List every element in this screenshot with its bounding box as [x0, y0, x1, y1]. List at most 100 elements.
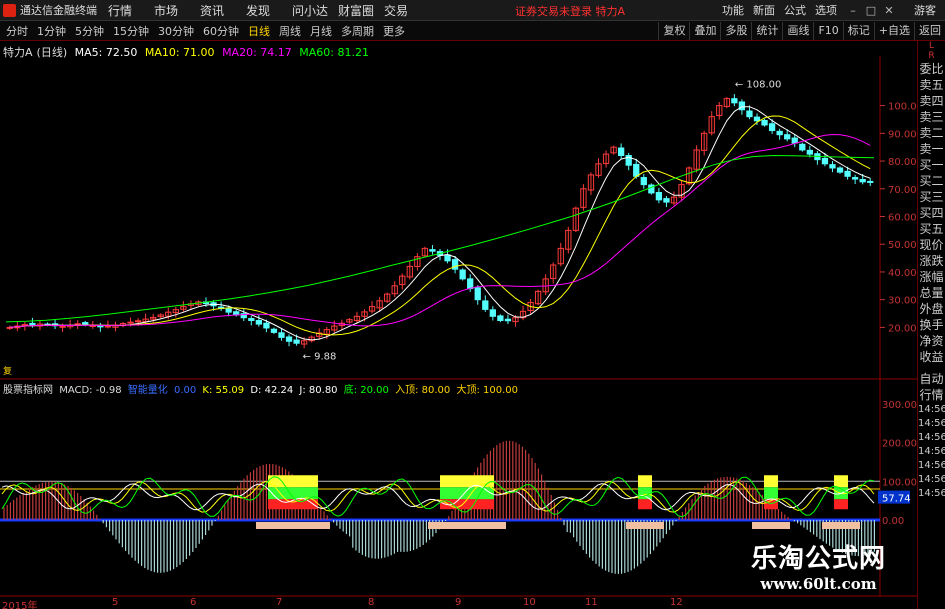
- candle-body: [467, 278, 474, 290]
- tool-button-6[interactable]: 标记: [842, 22, 874, 40]
- auto-quote-label-1[interactable]: 行情: [918, 387, 945, 403]
- period-tab-4[interactable]: 30分钟: [158, 23, 194, 39]
- candle-body: [248, 318, 255, 321]
- j-value: J: 80.80: [299, 385, 338, 396]
- indicator-tick-label: 300.00: [882, 400, 917, 411]
- tool-button-5[interactable]: F10: [813, 22, 842, 40]
- close-icon[interactable]: ✕: [882, 4, 896, 17]
- menu-item-5[interactable]: 财富圈: [338, 2, 384, 19]
- candle-body: [504, 318, 512, 322]
- ma20-line: [9, 133, 871, 328]
- menu-item-6[interactable]: 交易: [384, 2, 430, 19]
- panel-tag-l[interactable]: L: [918, 41, 945, 51]
- candle-body: [451, 259, 459, 270]
- quote-label-0: 委比: [919, 62, 944, 76]
- menu-item-4[interactable]: 问小达: [292, 2, 338, 19]
- tool-button-0[interactable]: 复权: [658, 22, 689, 40]
- indicator-tick-label: 200.00: [882, 439, 917, 450]
- date-label-1: 5: [112, 597, 119, 608]
- price-tick-label: 70.00: [888, 185, 917, 196]
- tick-time-1: 14:56: [918, 418, 945, 429]
- tool-button-7[interactable]: +自选: [873, 22, 914, 40]
- date-axis: 2015年 5 6 7 8 9 10 11 12: [0, 597, 917, 609]
- watermark-url: www.60lt.com: [760, 575, 877, 593]
- quote-label-8: 买三: [919, 190, 944, 204]
- candle-body: [799, 143, 806, 151]
- price-tick-label: 80.00: [888, 157, 917, 168]
- menu-item-1[interactable]: 市场: [154, 2, 200, 19]
- date-label-2: 6: [190, 597, 197, 608]
- indicator-name[interactable]: 股票指标网: [3, 385, 53, 396]
- tool-button-2[interactable]: 多股: [720, 22, 751, 40]
- signal-base-block: [626, 522, 664, 529]
- big-top-value: 大顶: 100.00: [456, 385, 519, 396]
- quote-label-3: 卖三: [919, 110, 944, 124]
- candle-body: [255, 319, 262, 325]
- menu-item-2[interactable]: 资讯: [200, 2, 246, 19]
- quote-label-5: 卖一: [919, 142, 944, 156]
- candle-body: [663, 198, 670, 203]
- tool-button-3[interactable]: 统计: [751, 22, 782, 40]
- candle-body: [104, 325, 112, 328]
- quote-label-14: 总量: [919, 286, 944, 300]
- login-status[interactable]: 证券交易未登录 特力A: [515, 3, 625, 19]
- candle-body: [263, 322, 270, 329]
- menu-item-0[interactable]: 行情: [108, 2, 154, 19]
- candle-body: [791, 137, 798, 144]
- candle-body: [844, 170, 851, 177]
- chart-tools: 复权 叠加 多股 统计 画线 F10 标记 +自选 返回: [658, 22, 945, 40]
- stock-chart-canvas[interactable]: 100.00 90.00 80.00 70.00 60.00 50.00 40.00 30.0…: [0, 56, 917, 597]
- period-tab-8[interactable]: 月线: [310, 23, 332, 39]
- minimize-icon[interactable]: –: [846, 4, 860, 17]
- signal-low-block: [638, 499, 652, 510]
- menu-function[interactable]: 功能: [722, 2, 744, 18]
- tick-time-6: 14:56: [918, 488, 945, 499]
- tick-time-2: 14:56: [918, 432, 945, 443]
- indicator-tick-label: 100.00: [882, 477, 917, 488]
- candle-body: [293, 339, 300, 344]
- menu-formula[interactable]: 公式: [784, 2, 806, 18]
- menu-new-page[interactable]: 新面: [753, 2, 775, 18]
- price-tick-label: 20.00: [888, 323, 917, 334]
- watermark-title: 乐淘公式网: [750, 544, 886, 574]
- quote-label-10: 买五: [919, 222, 944, 236]
- candle-body: [278, 332, 285, 338]
- menu-item-3[interactable]: 发现: [246, 2, 292, 19]
- quote-label-11: 现价: [919, 238, 944, 252]
- k-value: K: 55.09: [202, 385, 245, 396]
- signal-mid-block: [764, 487, 778, 500]
- candle-body: [768, 123, 776, 132]
- period-tab-2[interactable]: 5分钟: [75, 23, 104, 39]
- d-value: D: 42.24: [250, 385, 294, 396]
- guest-user[interactable]: 游客: [914, 2, 936, 18]
- signal-base-block: [256, 522, 330, 529]
- date-label-7: 11: [585, 597, 598, 608]
- tick-time-0: 14:56: [918, 404, 945, 415]
- period-tab-0[interactable]: 分时: [6, 23, 28, 39]
- period-tab-10[interactable]: 更多: [383, 23, 405, 39]
- auto-quote-label-0[interactable]: 自动: [918, 371, 945, 387]
- menu-options[interactable]: 选项: [815, 2, 837, 18]
- quote-label-7: 买二: [919, 174, 944, 188]
- tool-button-1[interactable]: 叠加: [689, 22, 720, 40]
- panel-tag-r[interactable]: R: [918, 51, 945, 61]
- quote-label-18: 收益: [919, 350, 944, 364]
- period-tab-5[interactable]: 60分钟: [203, 23, 239, 39]
- macd-value: MACD: -0.98: [59, 385, 122, 396]
- period-tab-1[interactable]: 1分钟: [37, 23, 66, 39]
- quote-label-6: 买一: [919, 158, 944, 172]
- indicator-legend: 股票指标网 MACD: -0.98 智能量化 0.00 K: 55.09 D: …: [3, 381, 521, 396]
- candle-body: [784, 134, 791, 140]
- tool-button-4[interactable]: 画线: [782, 22, 813, 40]
- tool-button-8[interactable]: 返回: [914, 22, 945, 40]
- restore-icon[interactable]: □: [864, 4, 878, 17]
- period-tab-3[interactable]: 15分钟: [113, 23, 149, 39]
- adjust-flag[interactable]: 复: [3, 365, 12, 377]
- app-logo: 通达信金融终端: [0, 2, 108, 18]
- period-tab-9[interactable]: 多周期: [341, 23, 374, 39]
- period-tab-7[interactable]: 周线: [279, 23, 301, 39]
- period-tab-6[interactable]: 日线: [248, 23, 270, 39]
- date-label-8: 12: [670, 597, 683, 608]
- candle-body: [867, 180, 874, 183]
- ma60-line: [5, 154, 875, 323]
